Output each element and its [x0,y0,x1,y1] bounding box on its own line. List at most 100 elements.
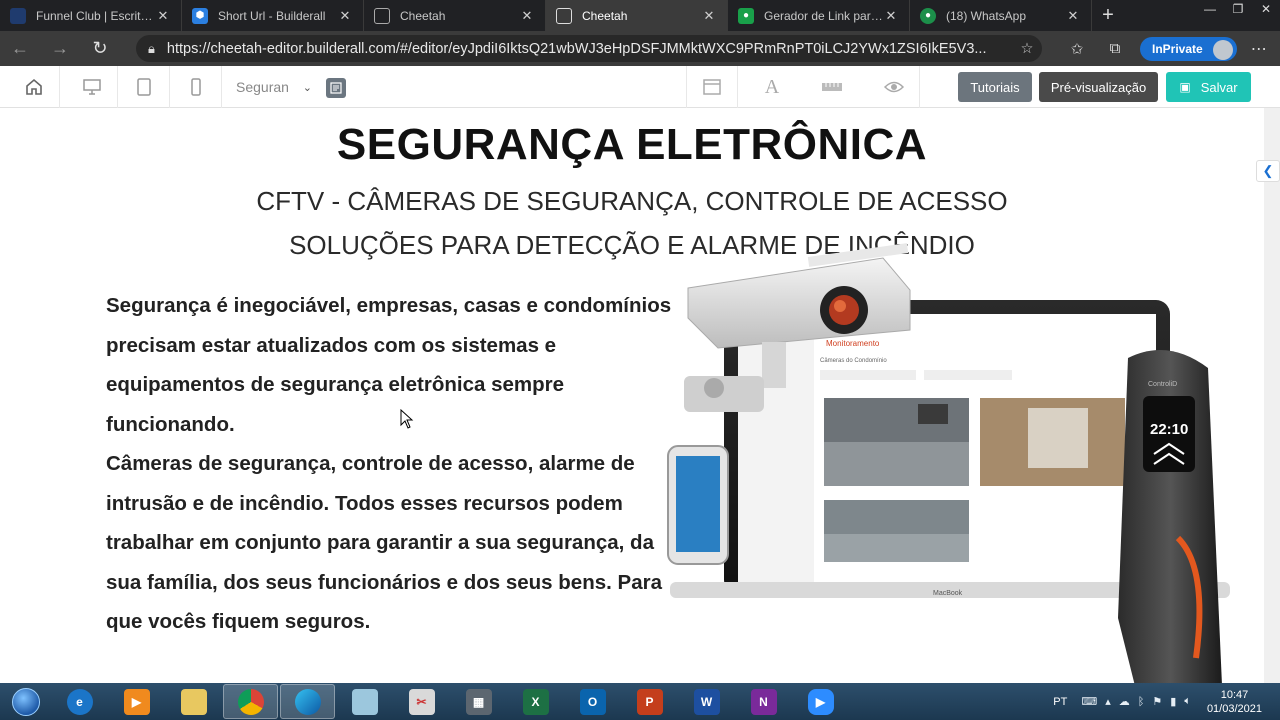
url-field[interactable]: 🔒︎ https://cheetah-editor.builderall.com… [136,35,1042,62]
page-favicon-icon [374,7,390,24]
language-indicator[interactable]: PT [1053,696,1067,708]
browser-toolbar-right: ✩ ⧉ InPrivate ⋯ [1058,31,1267,66]
page-favicon-icon [556,7,572,24]
windows-taskbar: e ▶ ✂ ▦ X O P W N ▶ PT ⌨ ▴ ☁ ᛒ ⚑ ▮ 🔈︎ 10… [0,683,1280,720]
page-subtitle[interactable]: CFTV - CÂMERAS DE SEGURANÇA, CONTROLE DE… [0,186,1264,217]
security-illustration: Monitoramento Câmeras do Condomínio MacB… [667,243,1230,683]
network-icon[interactable]: ▮ [1170,695,1176,708]
collapse-panel-chevron-left-icon[interactable]: ❮ [1256,160,1280,182]
taskbar-powerpoint[interactable]: P [622,684,677,719]
taskbar-snipping[interactable]: ✂ [394,684,449,719]
close-window-icon[interactable]: ✕ [1252,0,1280,20]
taskbar-chrome[interactable] [223,684,278,719]
builderall-favicon-icon: ⬢ [192,7,208,24]
desktop-view-icon[interactable] [66,66,118,108]
start-button[interactable] [0,683,52,720]
window-controls: — ❐ ✕ [1196,0,1280,20]
taskbar-media-player[interactable]: ▶ [109,684,164,719]
forward-icon[interactable]: → [40,38,80,59]
page-settings-icon[interactable] [326,78,346,98]
add-favorite-icon[interactable]: ☆ [1012,41,1042,57]
notepad-icon [351,688,378,715]
access-control-device-icon: 22:10 ControliD [1118,350,1222,683]
browser-tab-strip: Funnel Club | Escritório V ✕ ⬢ Short Url… [0,0,1280,31]
avatar [1212,39,1233,60]
minimize-icon[interactable]: — [1196,0,1224,20]
page-select[interactable]: Seguran ⌄ [222,74,322,100]
browser-tab[interactable]: Funnel Club | Escritório V ✕ [0,0,182,31]
excel-icon: X [522,688,549,715]
chevron-down-icon: ⌄ [302,81,312,94]
taskbar-excel[interactable]: X [508,684,563,719]
back-icon[interactable]: ← [0,38,40,59]
layout-icon[interactable] [686,66,738,108]
address-bar-row: ← → ↻ 🔒︎ https://cheetah-editor.buildera… [0,31,1280,66]
cloud-icon[interactable]: ☁ [1119,695,1130,708]
tutorials-button[interactable]: Tutoriais [958,72,1032,102]
zoom-icon: ▶ [807,688,834,715]
tab-title: Gerador de Link para Wh [764,8,883,23]
clock-time: 10:47 [1220,688,1249,701]
outlook-icon: O [579,688,606,715]
volume-icon[interactable]: 🔈︎ [1184,695,1191,708]
body-text-block[interactable]: Segurança é inegociável, empresas, casas… [106,286,676,642]
mobile-view-icon[interactable] [170,66,222,108]
browser-tab[interactable]: ● (18) WhatsApp ✕ [910,0,1092,31]
more-icon[interactable]: ⋯ [1251,39,1267,59]
preview-button[interactable]: Pré-visualização [1039,72,1158,102]
whatsapp-favicon-icon: ● [920,7,936,24]
close-icon[interactable]: ✕ [155,8,171,24]
taskbar-zoom[interactable]: ▶ [793,684,848,719]
close-icon[interactable]: ✕ [519,8,535,24]
tab-title: Short Url - Builderall [218,8,326,23]
ruler-icon[interactable] [806,66,858,108]
calculator-icon: ▦ [465,688,492,715]
flag-icon[interactable]: ⚑ [1152,695,1162,708]
taskbar-explorer[interactable] [166,684,221,719]
browser-tab[interactable]: Cheetah ✕ [364,0,546,31]
close-icon[interactable]: ✕ [883,8,899,24]
browser-tab-active[interactable]: Cheetah ✕ [546,0,728,31]
favorites-icon[interactable]: ✩ [1058,40,1096,58]
right-scrollbar[interactable] [1264,108,1280,683]
clock[interactable]: 10:47 01/03/2021 [1207,688,1262,716]
collections-icon[interactable]: ⧉ [1096,40,1134,57]
new-tab-button[interactable]: + [1092,0,1124,31]
lock-icon[interactable]: 🔒︎ [148,41,155,57]
home-icon[interactable] [8,66,60,108]
tab-title: Funnel Club | Escritório V [36,8,155,23]
taskbar-ie[interactable]: e [52,684,107,719]
page-title[interactable]: SEGURANÇA ELETRÔNICA [0,120,1264,170]
taskbar-edge[interactable] [280,684,335,719]
taskbar-outlook[interactable]: O [565,684,620,719]
browser-tab[interactable]: ⬢ Short Url - Builderall ✕ [182,0,364,31]
browser-tab[interactable]: ● Gerador de Link para Wh ✕ [728,0,910,31]
show-hidden-icons-icon[interactable]: ▴ [1105,695,1111,708]
system-tray: PT ⌨ ▴ ☁ ᛒ ⚑ ▮ 🔈︎ 10:47 01/03/2021 [1053,683,1280,720]
restore-icon[interactable]: ❐ [1224,0,1252,20]
file-explorer-icon [180,688,207,715]
refresh-icon[interactable]: ↻ [80,38,120,59]
keyboard-icon[interactable]: ⌨ [1081,695,1097,708]
close-icon[interactable]: ✕ [1065,8,1081,24]
bluetooth-icon[interactable]: ᛒ [1138,696,1145,708]
taskbar-notepad[interactable] [337,684,392,719]
inprivate-badge[interactable]: InPrivate [1140,36,1237,61]
onenote-icon: N [750,688,777,715]
close-icon[interactable]: ✕ [337,8,353,24]
taskbar-onenote[interactable]: N [736,684,791,719]
tab-title: Cheetah [582,8,628,23]
close-icon[interactable]: ✕ [701,8,717,24]
eye-icon[interactable] [868,66,920,108]
tab-title: (18) WhatsApp [946,8,1027,23]
internet-explorer-icon: e [66,688,93,715]
save-button-label: Salvar [1200,79,1238,95]
chrome-icon [237,688,264,715]
taskbar-calculator[interactable]: ▦ [451,684,506,719]
funnel-club-favicon-icon [10,7,26,24]
save-button[interactable]: ▣ Salvar [1166,72,1251,102]
editor-canvas[interactable]: SEGURANÇA ELETRÔNICA CFTV - CÂMERAS DE S… [0,108,1264,683]
typography-icon[interactable]: A [746,66,798,108]
tablet-view-icon[interactable] [118,66,170,108]
taskbar-word[interactable]: W [679,684,734,719]
